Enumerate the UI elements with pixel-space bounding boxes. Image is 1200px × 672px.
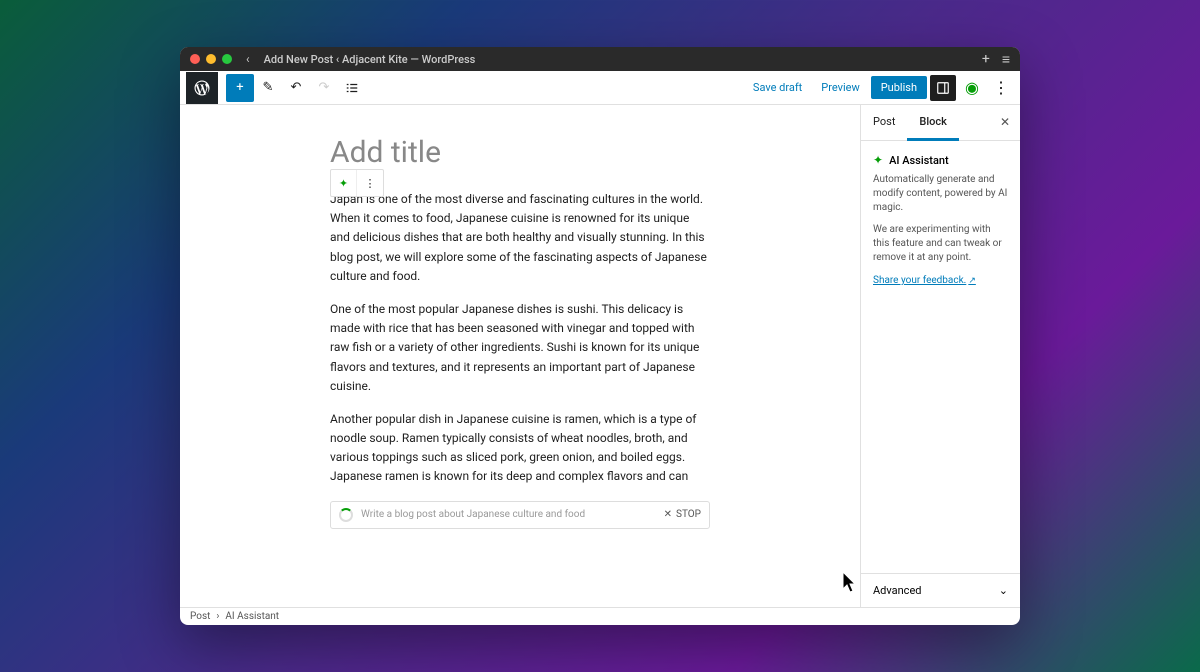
feedback-link[interactable]: Share your feedback.↗ [873, 275, 976, 286]
feedback-text: Share your feedback. [873, 275, 966, 286]
undo-button[interactable]: ↶ [282, 74, 310, 102]
breadcrumb: Post › AI Assistant [180, 607, 1020, 625]
settings-toggle-button[interactable] [930, 75, 956, 101]
advanced-panel-toggle[interactable]: Advanced ⌄ [861, 573, 1020, 607]
preview-button[interactable]: Preview [813, 77, 867, 98]
jetpack-button[interactable]: ◉ [959, 75, 985, 101]
maximize-window-button[interactable] [222, 54, 232, 64]
titlebar-plus-icon[interactable]: + [982, 51, 990, 67]
external-link-icon: ↗ [968, 276, 976, 286]
paragraph-block[interactable]: Another popular dish in Japanese cuisine… [330, 410, 710, 487]
wordpress-logo[interactable] [186, 72, 218, 104]
save-draft-button[interactable]: Save draft [745, 77, 810, 98]
stop-label: STOP [676, 509, 701, 520]
ai-sparkle-icon: ✦ [873, 153, 883, 167]
chevron-down-icon: ⌄ [999, 584, 1008, 597]
close-icon: ✕ [664, 509, 672, 520]
publish-button[interactable]: Publish [871, 76, 927, 99]
traffic-lights [190, 54, 232, 64]
ai-prompt-bar: Write a blog post about Japanese culture… [330, 501, 710, 529]
close-sidebar-button[interactable]: ✕ [990, 105, 1020, 140]
breadcrumb-root[interactable]: Post [190, 611, 210, 622]
block-description: Automatically generate and modify conten… [873, 173, 1008, 215]
editor-canvas[interactable]: Add title ✦ ⋮ Japan is one of the most d… [180, 105, 860, 607]
editor-toolbar: + ✎ ↶ ↷ Save draft Preview Publish ◉ ⋮ [180, 71, 1020, 105]
window-titlebar: ‹ Add New Post ‹ Adjacent Kite — WordPre… [180, 47, 1020, 71]
add-block-button[interactable]: + [226, 74, 254, 102]
titlebar-menu-icon[interactable]: ≡ [1002, 51, 1010, 68]
breadcrumb-current[interactable]: AI Assistant [225, 611, 279, 622]
block-more-options[interactable]: ⋮ [357, 170, 383, 196]
edit-tool-button[interactable]: ✎ [254, 74, 282, 102]
window-title: Add New Post ‹ Adjacent Kite — WordPress [264, 53, 476, 66]
advanced-label: Advanced [873, 584, 921, 597]
chevron-right-icon: › [216, 611, 219, 622]
close-window-button[interactable] [190, 54, 200, 64]
experiment-note: We are experimenting with this feature a… [873, 223, 1008, 265]
post-title-input[interactable]: Add title ✦ ⋮ [330, 135, 710, 170]
block-type-title: ✦ AI Assistant [873, 153, 1008, 167]
stop-generation-button[interactable]: ✕ STOP [664, 509, 701, 520]
document-overview-button[interactable] [338, 74, 366, 102]
settings-sidebar: Post Block ✕ ✦ AI Assistant Automaticall… [860, 105, 1020, 607]
tab-block[interactable]: Block [907, 105, 958, 141]
paragraph-block[interactable]: Japan is one of the most diverse and fas… [330, 190, 710, 286]
tab-post[interactable]: Post [861, 105, 907, 140]
back-chevron-icon[interactable]: ‹ [246, 52, 250, 66]
title-placeholder-text: Add title [330, 135, 441, 170]
more-options-button[interactable]: ⋮ [988, 75, 1014, 101]
redo-button[interactable]: ↷ [310, 74, 338, 102]
block-name-label: AI Assistant [889, 154, 949, 167]
paragraph-block[interactable]: One of the most popular Japanese dishes … [330, 300, 710, 396]
ai-block-icon[interactable]: ✦ [331, 170, 357, 196]
loading-spinner-icon [339, 508, 353, 522]
sidebar-tabs: Post Block ✕ [861, 105, 1020, 141]
minimize-window-button[interactable] [206, 54, 216, 64]
block-toolbar: ✦ ⋮ [330, 169, 384, 197]
ai-prompt-input[interactable]: Write a blog post about Japanese culture… [361, 509, 656, 520]
